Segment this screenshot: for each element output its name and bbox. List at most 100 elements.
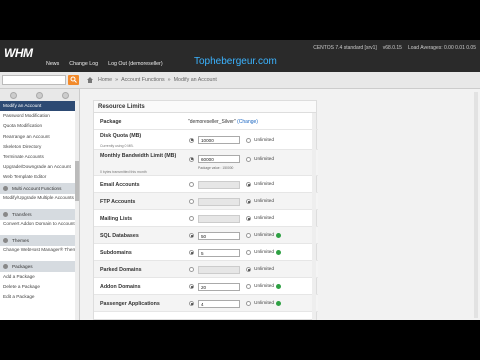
unlimited-label: Unlimited xyxy=(254,137,274,143)
nav-changelog-link[interactable]: Change Log xyxy=(69,61,98,67)
top-nav: News Change Log Log Out (demoreseller) xyxy=(46,61,163,67)
value-radio[interactable] xyxy=(189,284,194,289)
resource-label: Subdomains xyxy=(100,249,132,256)
sort-icon[interactable] xyxy=(62,91,70,99)
unlimited-label: Unlimited xyxy=(254,284,274,289)
expand-icon[interactable] xyxy=(35,91,43,99)
unlimited-label: Unlimited xyxy=(254,233,274,238)
unlimited-radio[interactable] xyxy=(246,284,251,289)
sidebar-search-input[interactable] xyxy=(2,75,66,85)
package-value-note: Package value : 150000 xyxy=(198,166,234,170)
value-radio[interactable] xyxy=(189,301,194,306)
unlimited-radio[interactable] xyxy=(246,199,251,204)
sidebar: Modify an Account Password Modification … xyxy=(0,89,80,320)
home-icon[interactable] xyxy=(86,76,94,84)
breadcrumb-home[interactable]: Home xyxy=(98,77,112,83)
limit-input[interactable]: 5 xyxy=(198,248,240,257)
unlimited-radio[interactable] xyxy=(246,216,251,221)
resource-row: Addon Domains 20 Unlimited xyxy=(94,278,318,295)
unlimited-label: Unlimited xyxy=(254,156,274,162)
panel-scrollbar[interactable] xyxy=(312,113,316,320)
unlimited-radio[interactable] xyxy=(246,137,251,143)
unlimited-radio[interactable] xyxy=(246,156,251,162)
breadcrumb: Home » Account Functions » Modify an Acc… xyxy=(98,77,217,83)
limit-input[interactable] xyxy=(198,197,240,206)
resource-sub: 0 bytes transmitted this month xyxy=(100,170,147,174)
sidebar-item-skeleton[interactable]: Skeleton Directory xyxy=(0,142,79,152)
value-radio[interactable] xyxy=(189,216,194,221)
check-icon xyxy=(276,250,281,255)
server-name: CENTOS 7.4 standard [srv1] xyxy=(313,45,377,51)
sidebar-section-packages[interactable]: Packages xyxy=(0,260,79,272)
package-value: "demoreseller_Silver" (Change) xyxy=(188,119,258,125)
sidebar-section-themes[interactable]: Themes xyxy=(0,234,79,246)
value-radio[interactable] xyxy=(189,250,194,255)
resource-label: Disk Quota (MB) xyxy=(100,133,142,139)
limit-input[interactable]: 10000 xyxy=(198,136,240,144)
unlimited-label: Unlimited xyxy=(254,250,274,255)
breadcrumb-sep: » xyxy=(115,77,119,83)
collapse-icon[interactable] xyxy=(9,91,17,99)
sidebar-item-convert-addon[interactable]: Convert Addon Domain to Account xyxy=(0,220,79,235)
sidebar-item-password[interactable]: Password Modification xyxy=(0,111,79,121)
value-radio[interactable] xyxy=(189,137,194,143)
limit-input[interactable]: 60000 xyxy=(198,155,240,163)
sidebar-item-modify-account[interactable]: Modify an Account xyxy=(0,101,79,112)
nav-logout-link[interactable]: Log Out (demoreseller) xyxy=(108,61,162,67)
unlimited-radio[interactable] xyxy=(246,250,251,255)
sidebar-item-delete-package[interactable]: Delete a Package xyxy=(0,282,79,292)
sidebar-item-rearrange[interactable]: Rearrange an Account xyxy=(0,132,79,142)
limit-input[interactable]: 20 xyxy=(198,282,240,291)
sidebar-item-change-theme[interactable]: Change WebHost Manager® Theme xyxy=(0,246,79,261)
section-icon xyxy=(3,263,8,269)
sidebar-item-modify-multiple[interactable]: Modify/Upgrade Multiple Accounts xyxy=(0,194,79,209)
unlimited-radio[interactable] xyxy=(246,267,251,272)
value-radio[interactable] xyxy=(189,233,194,238)
unlimited-radio[interactable] xyxy=(246,233,251,238)
limit-input[interactable]: 50 xyxy=(198,231,240,240)
sidebar-section-multi[interactable]: Multi Account Functions xyxy=(0,182,79,194)
unlimited-radio[interactable] xyxy=(246,182,251,187)
sidebar-item-add-package[interactable]: Add a Package xyxy=(0,272,79,282)
sidebar-item-web-template[interactable]: Web Template Editor xyxy=(0,172,79,182)
resource-label: Email Accounts xyxy=(100,181,140,188)
unlimited-label: Unlimited xyxy=(254,267,274,272)
value-radio[interactable] xyxy=(189,156,194,162)
breadcrumb-current: Modify an Account xyxy=(173,77,217,83)
sidebar-item-quota[interactable]: Quota Modification xyxy=(0,121,79,131)
unlimited-label: Unlimited xyxy=(254,216,274,221)
limit-input[interactable] xyxy=(198,180,240,189)
resource-label: SQL Databases xyxy=(100,232,139,239)
unlimited-radio[interactable] xyxy=(246,301,251,306)
page-scrollbar[interactable] xyxy=(474,92,478,318)
value-radio[interactable] xyxy=(189,267,194,272)
sidebar-item-terminate[interactable]: Terminate Accounts xyxy=(0,152,79,162)
sidebar-item-edit-package[interactable]: Edit a Package xyxy=(0,292,79,302)
resource-row: Mailing Lists Unlimited xyxy=(94,210,318,227)
check-icon xyxy=(276,301,281,306)
value-radio[interactable] xyxy=(189,182,194,187)
breadcrumb-account-functions[interactable]: Account Functions xyxy=(121,77,165,83)
resource-row: Monthly Bandwidth Limit (MB) 0 bytes tran… xyxy=(94,150,318,176)
resource-label: Parked Domains xyxy=(100,266,142,273)
limit-input[interactable]: 4 xyxy=(198,299,240,308)
limit-input[interactable] xyxy=(198,265,240,274)
server-info: CENTOS 7.4 standard [srv1] v68.0.15 Load… xyxy=(313,45,476,51)
change-package-link[interactable]: (Change) xyxy=(237,119,258,125)
sidebar-item-upgrade[interactable]: Upgrade/Downgrade an Account xyxy=(0,162,79,172)
sidebar-section-transfers[interactable]: Transfers xyxy=(0,208,79,220)
search-button[interactable] xyxy=(68,75,79,85)
check-icon xyxy=(276,233,281,238)
top-bar: WHM News Change Log Log Out (demoreselle… xyxy=(0,40,480,72)
breadcrumb-bar: Home » Account Functions » Modify an Acc… xyxy=(0,72,480,89)
resource-label: FTP Accounts xyxy=(100,198,136,205)
resource-label: Mailing Lists xyxy=(100,215,133,222)
resource-label: Addon Domains xyxy=(100,283,141,290)
section-icon xyxy=(3,211,8,217)
sidebar-scroll-thumb[interactable] xyxy=(75,161,79,201)
limit-input[interactable] xyxy=(198,214,240,223)
section-icon xyxy=(3,237,8,243)
nav-news-link[interactable]: News xyxy=(46,61,59,67)
value-radio[interactable] xyxy=(189,199,194,204)
sidebar-scrollbar[interactable] xyxy=(75,101,79,320)
